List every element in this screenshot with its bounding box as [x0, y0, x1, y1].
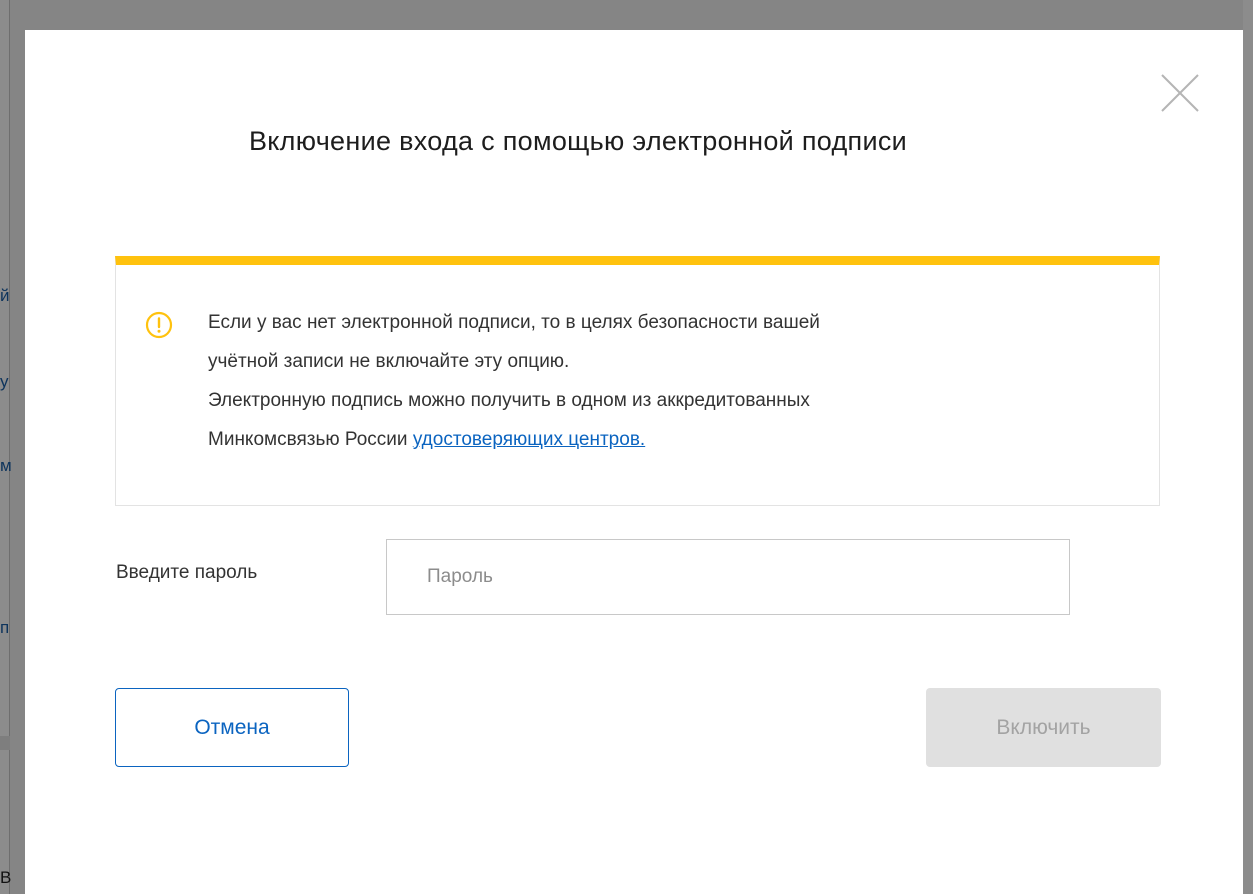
warning-line: Электронную подпись можно получить в одн… [208, 390, 810, 411]
cancel-button[interactable]: Отмена [115, 688, 349, 767]
warning-text: Если у вас нет электронной подписи, то в… [208, 303, 1108, 459]
enable-button[interactable]: Включить [926, 688, 1161, 767]
close-button[interactable] [1159, 72, 1201, 114]
password-input[interactable] [386, 539, 1070, 615]
warning-line: Минкомсвязью России удостоверяющих центр… [208, 420, 1108, 459]
warning-line: Если у вас нет электронной подписи, то в… [208, 312, 820, 333]
close-icon [1161, 74, 1199, 112]
warning-box: Если у вас нет электронной подписи, то в… [115, 256, 1160, 506]
modal-title: Включение входа с помощью электронной по… [248, 126, 908, 156]
modal-dialog: Включение входа с помощью электронной по… [25, 30, 1243, 894]
warning-line: учётной записи не включайте эту опцию. [208, 351, 570, 372]
password-label: Введите пароль [116, 562, 258, 583]
warning-icon [145, 311, 173, 339]
warning-line-prefix: Минкомсвязью России [208, 429, 413, 450]
certification-centers-link[interactable]: удостоверяющих центров. [413, 429, 645, 450]
